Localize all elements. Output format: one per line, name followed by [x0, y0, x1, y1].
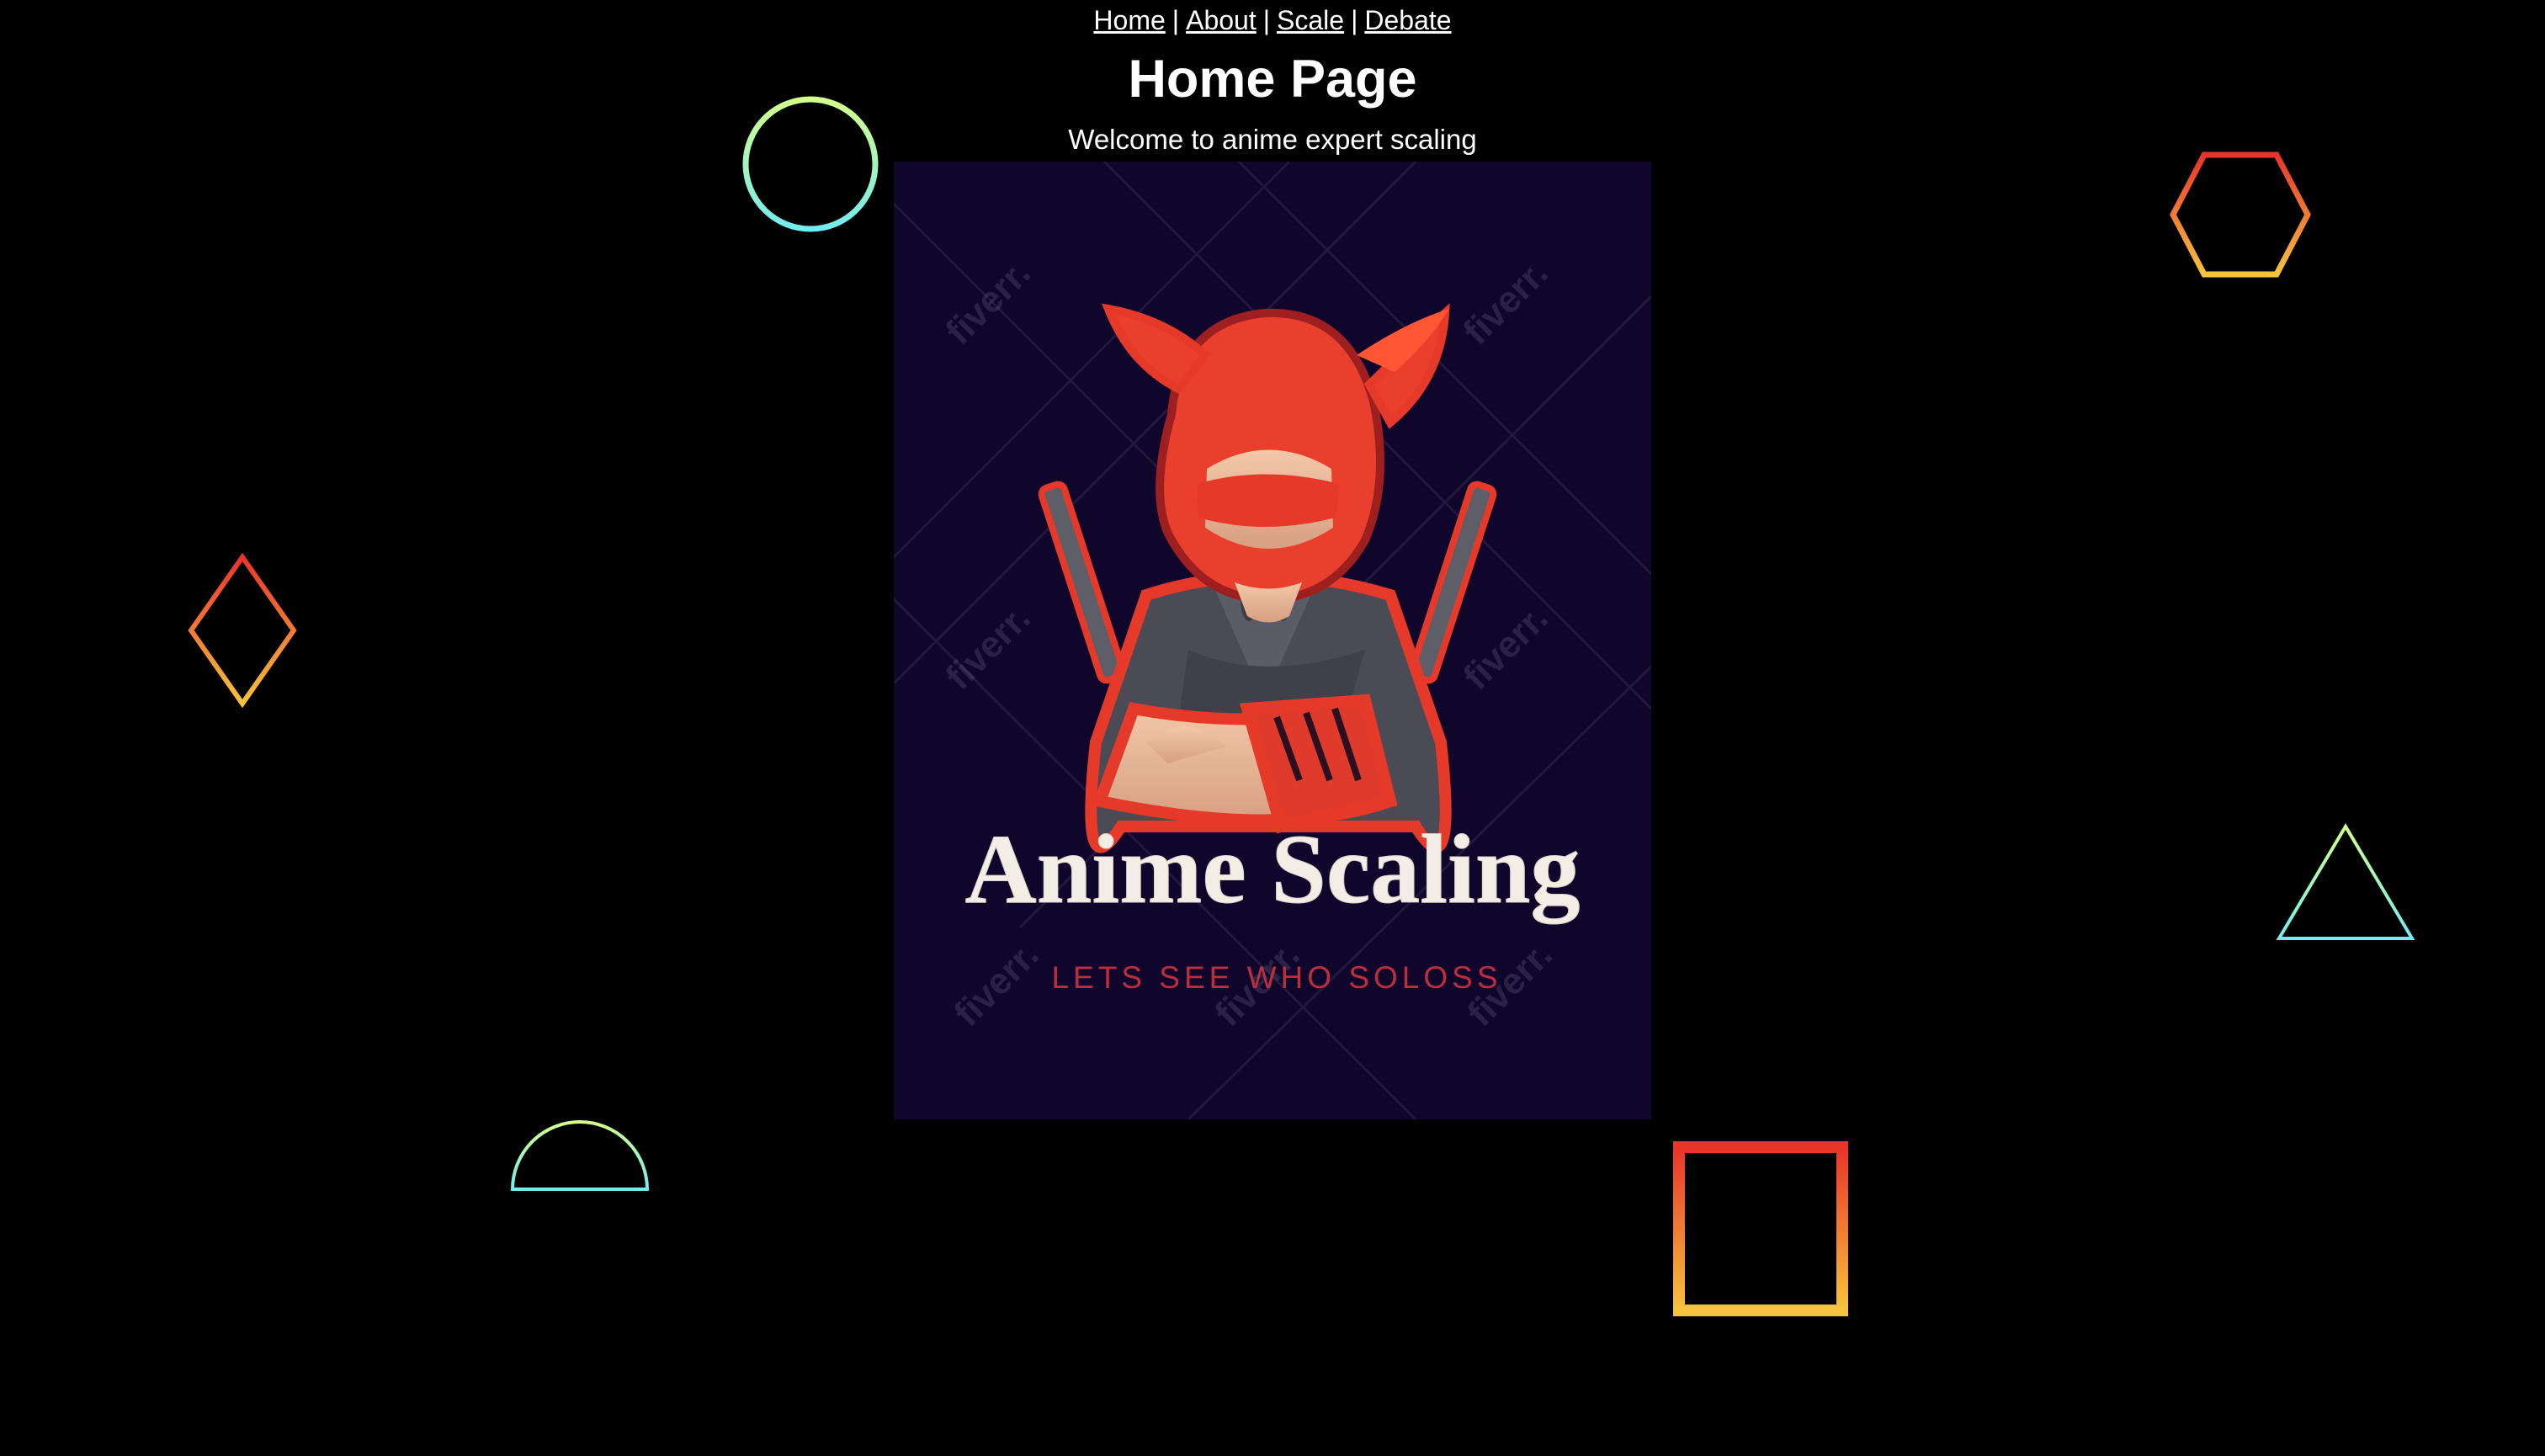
nav-link-scale[interactable]: Scale	[1277, 5, 1344, 35]
page-title: Home Page	[1128, 50, 1417, 109]
diamond-outline-icon	[188, 552, 297, 709]
nav-separator: |	[1262, 5, 1271, 35]
poster-watermark: fiverr.	[946, 934, 1046, 1034]
ninja-mascot-illustration	[1038, 303, 1497, 853]
poster-watermark: fiverr.	[1455, 598, 1555, 698]
poster-logo-title: Anime Scaling	[965, 814, 1581, 924]
poster-watermark: fiverr.	[938, 598, 1038, 698]
poster-watermark: fiverr.	[938, 252, 1038, 353]
nav-link-debate[interactable]: Debate	[1364, 5, 1451, 35]
triangle-outline-icon	[2276, 823, 2415, 940]
nav-link-home[interactable]: Home	[1093, 5, 1165, 35]
top-nav: Home | About | Scale | Debate	[0, 2, 2545, 39]
poster-logo-tagline: LETS SEE WHO SOLOSS	[1051, 960, 1501, 995]
hexagon-outline-icon	[2170, 151, 2311, 278]
square-outline-icon	[1673, 1141, 1848, 1316]
circle-outline-icon	[742, 96, 879, 232]
anime-scaling-logo-image: fiverr. fiverr. fiverr. fiverr. fiverr. …	[894, 162, 1651, 1119]
home-page: Home | About | Scale | Debate Home Page Welcom…	[0, 0, 2545, 1456]
nav-link-about[interactable]: About	[1186, 5, 1257, 35]
semicircle-outline-icon	[510, 1120, 650, 1191]
page-subtitle: Welcome to anime expert scaling	[1068, 124, 1477, 155]
poster-watermark: fiverr.	[1455, 252, 1555, 353]
nav-separator: |	[1172, 5, 1180, 35]
nav-separator: |	[1351, 5, 1358, 35]
